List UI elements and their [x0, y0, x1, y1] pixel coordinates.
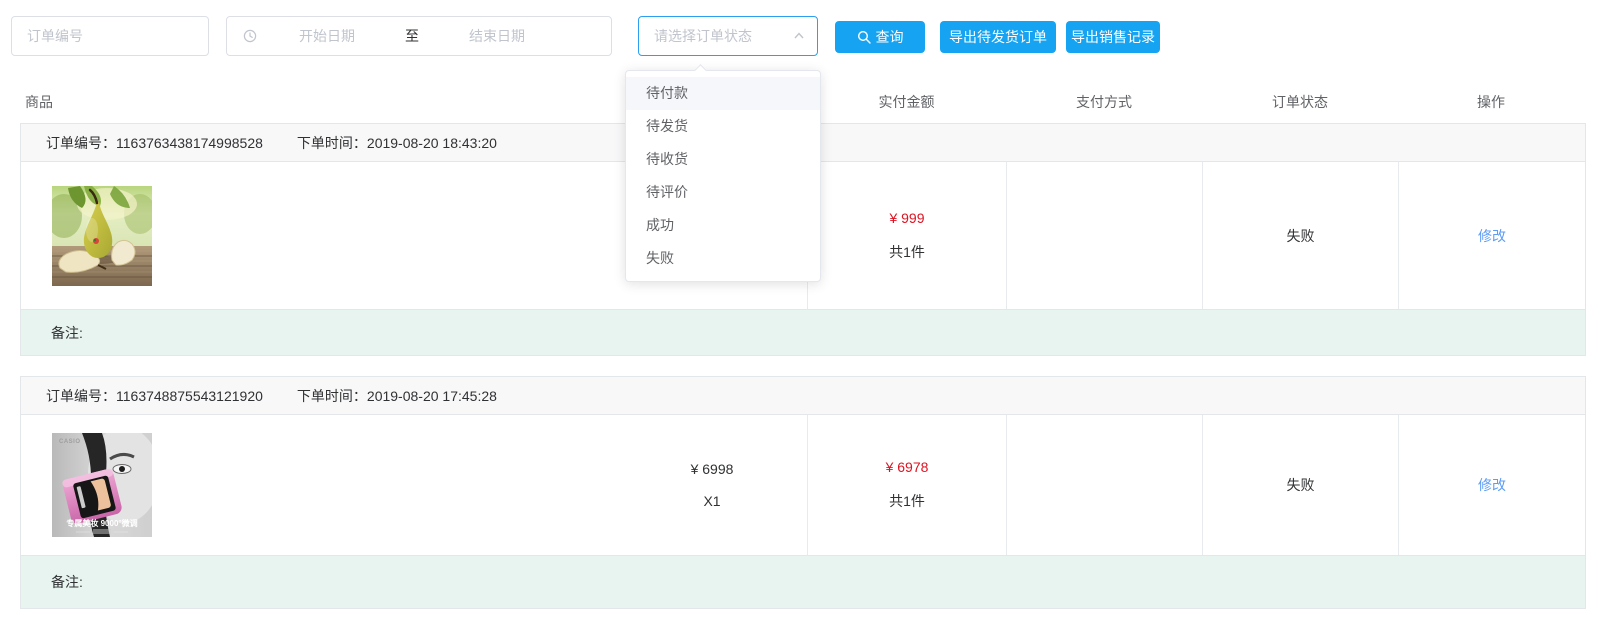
column-header-payment-method: 支付方式	[1006, 92, 1202, 112]
export-pending-orders-button[interactable]: 导出待发货订单	[940, 21, 1056, 53]
status-select-placeholder: 请选择订单状态	[654, 26, 752, 46]
product-image-caption-text: 专属美妆 9000°微调	[66, 518, 137, 528]
order-number-label: 订单编号：	[46, 135, 116, 151]
remark-label: 备注:	[51, 323, 83, 343]
order-status-value: 失败	[1287, 475, 1315, 495]
dropdown-option-failed[interactable]: 失败	[626, 242, 820, 275]
dropdown-option-pending-shipment[interactable]: 待发货	[626, 110, 820, 143]
order-time-value: 2019-08-20 18:43:20	[367, 135, 497, 151]
start-date-placeholder[interactable]: 开始日期	[257, 26, 397, 46]
order-product-row: CASIO 专属美妆 9000°微调 ¥ 6998 X1 ¥ 6978 共1件	[21, 415, 1585, 555]
unit-price: ¥ 6998	[667, 461, 757, 477]
dropdown-option-success[interactable]: 成功	[626, 209, 820, 242]
chevron-up-icon	[793, 30, 805, 42]
order-time-label: 下单时间：	[297, 388, 367, 404]
goods-cell: CASIO 专属美妆 9000°微调 ¥ 6998 X1	[21, 415, 807, 555]
paid-amount-cell: ¥ 6978 共1件	[807, 415, 1006, 555]
paid-amount-value: ¥ 999	[889, 210, 924, 226]
order-status-cell: 失败	[1202, 162, 1398, 309]
modify-link[interactable]: 修改	[1478, 226, 1506, 246]
order-management-page: 开始日期 至 结束日期 请选择订单状态 查询 导出待发货订单 导出销售记录 商品…	[0, 0, 1603, 621]
column-header-action: 操作	[1398, 92, 1584, 112]
modify-link[interactable]: 修改	[1478, 475, 1506, 495]
order-status-cell: 失败	[1202, 415, 1398, 555]
order-number-value: 1163748875543121920	[116, 388, 263, 404]
product-image-pear	[52, 186, 152, 286]
order-time-value: 2019-08-20 17:45:28	[367, 388, 497, 404]
action-cell: 修改	[1398, 162, 1585, 309]
order-number-label: 订单编号：	[46, 388, 116, 404]
export-sales-records-label: 导出销售记录	[1071, 27, 1155, 47]
paid-amount-value: ¥ 6978	[886, 459, 929, 475]
product-image-casio-camera: CASIO 专属美妆 9000°微调	[52, 433, 152, 537]
order-number-value: 1163763438174998528	[116, 135, 263, 151]
order-block: 订单编号：1163748875543121920 下单时间：2019-08-20…	[20, 376, 1586, 609]
remark-row: 备注:	[21, 309, 1585, 355]
order-time-label: 下单时间：	[297, 135, 367, 151]
date-range-separator: 至	[397, 26, 427, 46]
quantity: X1	[667, 493, 757, 509]
payment-method-cell	[1006, 415, 1202, 555]
status-dropdown-popup: 待付款 待发货 待收货 待评价 成功 失败	[625, 70, 821, 282]
payment-method-cell	[1006, 162, 1202, 309]
clock-icon	[243, 29, 257, 43]
order-status-select[interactable]: 请选择订单状态	[638, 16, 818, 56]
order-number-input[interactable]	[11, 16, 209, 56]
dropdown-option-pending-payment[interactable]: 待付款	[626, 77, 820, 110]
paid-amount-cell: ¥ 999 共1件	[807, 162, 1006, 309]
order-header-bar: 订单编号：1163748875543121920 下单时间：2019-08-20…	[21, 377, 1585, 415]
column-header-order-status: 订单状态	[1202, 92, 1398, 112]
piece-count: 共1件	[889, 242, 925, 262]
remark-label: 备注:	[51, 572, 83, 592]
export-sales-records-button[interactable]: 导出销售记录	[1066, 21, 1160, 53]
action-cell: 修改	[1398, 415, 1585, 555]
column-header-goods: 商品	[25, 92, 53, 112]
order-status-value: 失败	[1287, 226, 1315, 246]
product-image-brand-text: CASIO	[59, 439, 81, 445]
search-button[interactable]: 查询	[835, 21, 925, 53]
search-button-label: 查询	[876, 27, 904, 47]
export-pending-orders-label: 导出待发货订单	[949, 27, 1047, 47]
end-date-placeholder[interactable]: 结束日期	[427, 26, 567, 46]
search-icon	[857, 30, 871, 44]
dropdown-option-pending-review[interactable]: 待评价	[626, 176, 820, 209]
piece-count: 共1件	[889, 491, 925, 511]
date-range-picker[interactable]: 开始日期 至 结束日期	[226, 16, 612, 56]
column-header-paid-amount: 实付金额	[807, 92, 1006, 112]
remark-row: 备注:	[21, 555, 1585, 608]
dropdown-option-pending-receipt[interactable]: 待收货	[626, 143, 820, 176]
